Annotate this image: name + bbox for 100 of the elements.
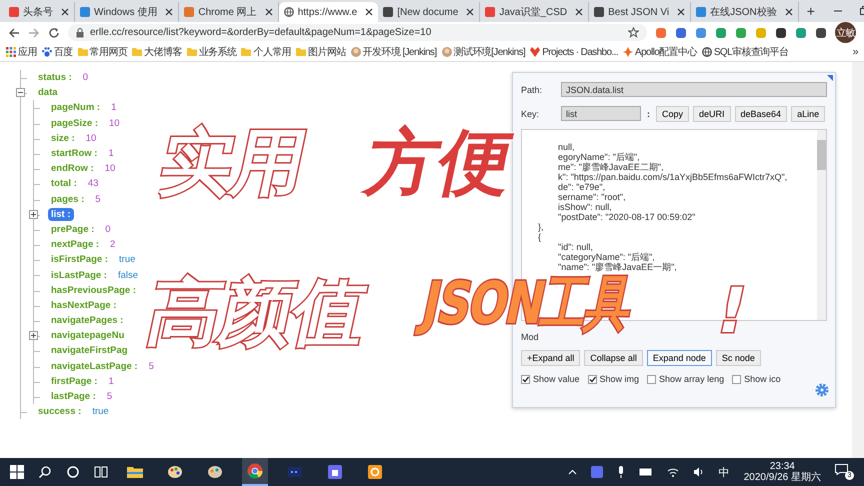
code-line: "categoryName": "后端",: [557, 252, 656, 262]
mode-button[interactable]: Collapse all: [584, 350, 643, 366]
close-icon[interactable]: [677, 8, 686, 16]
json-value: 10: [104, 163, 116, 174]
code-line: null,: [557, 142, 576, 152]
tool-button[interactable]: deURI: [693, 106, 731, 122]
bookmark-item[interactable]: Projects · Dashbo...: [530, 46, 618, 58]
settings-icon[interactable]: [815, 383, 829, 397]
key-label: Key:: [521, 108, 540, 118]
paw-icon: [42, 47, 52, 57]
star-burst-icon: [623, 47, 634, 57]
tool-button[interactable]: Copy: [656, 106, 690, 122]
bookmark-item[interactable]: Apollo配置中心: [623, 45, 697, 59]
json-value: 10: [109, 118, 120, 129]
bookmark-item[interactable]: 测试环境[Jenkins]: [442, 45, 526, 59]
lock-icon: [76, 28, 84, 38]
mode-button[interactable]: Sc node: [716, 350, 761, 366]
back-icon[interactable]: [8, 26, 20, 38]
caret-up-icon[interactable]: [568, 469, 577, 475]
collapse-icon[interactable]: [16, 88, 25, 98]
bookmark-item[interactable]: 个人常用: [241, 45, 292, 59]
promo-headline: 方便: [360, 126, 520, 198]
circle-icon[interactable]: [66, 465, 80, 479]
checkbox[interactable]: [521, 374, 530, 384]
path-field[interactable]: JSON.data.list: [561, 82, 827, 97]
checkbox[interactable]: [588, 374, 597, 384]
microphone-icon[interactable]: [616, 466, 625, 478]
browser-tab[interactable]: https://www.e: [278, 2, 378, 22]
bookmark-item[interactable]: 百度: [42, 45, 73, 59]
json-value: 5: [148, 360, 154, 372]
close-icon[interactable]: [165, 8, 174, 16]
square-icon: [485, 7, 496, 17]
battery-icon[interactable]: [638, 468, 653, 476]
close-icon[interactable]: [466, 8, 474, 16]
close-icon[interactable]: [264, 8, 273, 16]
folder-icon: [241, 47, 252, 57]
bag-icon: [326, 463, 344, 481]
json-value: 2: [110, 239, 116, 250]
task-view-icon[interactable]: [94, 465, 108, 479]
palette-icon: [166, 463, 184, 481]
close-icon[interactable]: [575, 8, 584, 16]
code-line: de": "e79e",: [557, 182, 606, 192]
json-value: 1: [111, 102, 116, 114]
close-icon[interactable]: [365, 8, 374, 16]
checkbox[interactable]: [647, 374, 656, 384]
bookmark-item[interactable]: 开发环境 [Jenkins]: [350, 45, 437, 59]
scrollbar[interactable]: [817, 130, 826, 320]
folder-icon: [132, 47, 142, 57]
new-tab-button[interactable]: +: [798, 3, 823, 19]
corner-arrow-icon[interactable]: [827, 75, 833, 81]
bookmark-item[interactable]: 应用: [6, 45, 37, 59]
profile-avatar[interactable]: 立敏: [835, 22, 856, 43]
tray-app-icon[interactable]: [590, 466, 603, 478]
star-icon[interactable]: [628, 27, 639, 38]
json-value: false: [118, 270, 138, 281]
bookmark-item[interactable]: 大佬博客: [132, 45, 182, 59]
expand-icon[interactable]: [29, 331, 38, 340]
bookmark-item[interactable]: 常用网页: [78, 45, 128, 59]
json-value: 5: [95, 194, 101, 205]
checkbox[interactable]: [732, 374, 742, 384]
json-key[interactable]: list :: [48, 208, 74, 221]
key-field[interactable]: list: [561, 106, 641, 121]
search-icon[interactable]: [38, 465, 52, 479]
tool-button[interactable]: deBase64: [734, 106, 788, 122]
globe-icon: [284, 7, 294, 17]
json-value: 10: [86, 132, 96, 144]
reload-icon[interactable]: [48, 26, 60, 38]
bookmark-item[interactable]: SQL审核查询平台: [702, 45, 788, 59]
expand-icon[interactable]: [29, 210, 38, 219]
path-label: Path:: [521, 84, 544, 94]
mode-button[interactable]: +Expand all: [521, 350, 580, 366]
option-label: Show img: [600, 374, 640, 384]
scrollbar[interactable]: [852, 62, 864, 458]
extension-icon[interactable]: [815, 26, 827, 38]
close-icon[interactable]: [61, 8, 69, 16]
bookmark-item[interactable]: 图片网站: [296, 45, 346, 59]
json-value: true: [92, 406, 109, 418]
input-method-indicator[interactable]: 中: [718, 464, 730, 480]
code-line: "id": null,: [557, 242, 594, 252]
windows-start-icon[interactable]: [10, 465, 24, 479]
person-icon: [442, 47, 452, 57]
chrome-icon: [246, 462, 264, 480]
colon-text: :: [646, 108, 651, 118]
code-line: egoryName": "后端",: [557, 152, 641, 162]
bookmark-item[interactable]: 业务系统: [186, 45, 236, 59]
close-icon[interactable]: [784, 8, 793, 16]
code-line: isShow": null,: [557, 202, 613, 212]
taskbar-button[interactable]: [242, 458, 268, 486]
wifi-icon[interactable]: [666, 467, 679, 477]
speaker-icon[interactable]: [692, 467, 705, 477]
mode-button[interactable]: Expand node: [646, 350, 712, 366]
clock[interactable]: 23:34 2020/9/26 星期六: [744, 461, 821, 483]
json-value: true: [119, 254, 136, 266]
code-line: {: [537, 232, 542, 242]
more-bookmarks-button[interactable]: »: [852, 46, 858, 58]
person-icon: [350, 47, 361, 57]
address-bar[interactable]: erlle.cc/resource/list?keyword=&orderBy=default&pageNum=1&pageSize=10: [68, 24, 647, 41]
tool-button[interactable]: aLine: [791, 106, 826, 122]
extension-icon[interactable]: [775, 26, 787, 38]
json-value: 1: [108, 376, 114, 387]
